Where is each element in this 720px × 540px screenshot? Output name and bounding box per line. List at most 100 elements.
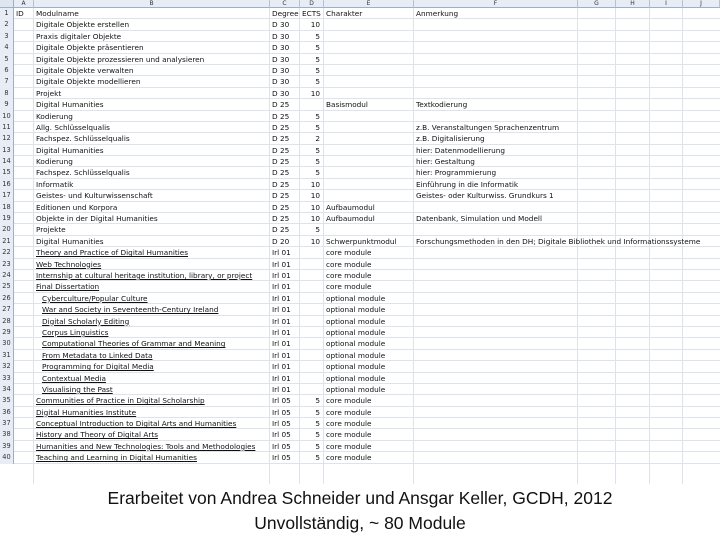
cell-modulname[interactable]: Digital Scholarly Editing [40, 316, 129, 327]
cell-anmerkung[interactable] [414, 54, 416, 65]
cell-modulname[interactable]: Teaching and Learning in Digital Humanit… [34, 452, 197, 463]
cell-charakter[interactable]: optional module [324, 293, 385, 304]
cell-charakter[interactable]: Basismodul [324, 99, 368, 110]
cell-anmerkung[interactable]: hier: Gestaltung [414, 156, 475, 167]
cell-charakter[interactable]: core module [324, 395, 371, 406]
row-number[interactable]: 27 [0, 304, 14, 316]
cell-id[interactable] [14, 361, 16, 372]
cell-modulname[interactable]: Theory and Practice of Digital Humanitie… [34, 247, 188, 258]
cell-charakter[interactable] [324, 54, 326, 65]
cell-degree[interactable]: D 25 [270, 99, 289, 110]
cell-ects[interactable]: ECTS [300, 8, 322, 19]
cell-id[interactable] [14, 395, 16, 406]
row-number[interactable]: 26 [0, 292, 14, 305]
cell-id[interactable] [14, 88, 16, 99]
cell-ects[interactable] [300, 281, 322, 292]
cell-degree[interactable]: Irl 05 [270, 395, 291, 406]
cell-ects[interactable] [300, 259, 322, 270]
cell-id[interactable] [14, 259, 16, 270]
cell-modulname[interactable]: From Metadata to Linked Data [40, 350, 152, 361]
cell-modulname[interactable]: Digitale Objekte präsentieren [34, 42, 144, 53]
cell-id[interactable] [14, 111, 16, 122]
cell-anmerkung[interactable]: Anmerkung [414, 8, 458, 19]
cell-modulname[interactable]: Digital Humanities [34, 236, 104, 247]
cell-degree[interactable]: D 25 [270, 122, 289, 133]
row-number[interactable]: 13 [0, 144, 14, 157]
column-header-h[interactable]: H [616, 0, 650, 8]
cell-anmerkung[interactable] [414, 338, 416, 349]
cell-ects[interactable] [300, 361, 322, 372]
cell-degree[interactable]: D 30 [270, 54, 289, 65]
cell-ects[interactable]: 5 [300, 156, 322, 167]
cell-id[interactable] [14, 441, 16, 452]
cell-anmerkung[interactable] [414, 452, 416, 463]
cell-ects[interactable] [300, 373, 322, 384]
cell-anmerkung[interactable] [414, 316, 416, 327]
row-number[interactable]: 1 [0, 8, 14, 20]
cell-id[interactable] [14, 76, 16, 87]
row-number[interactable]: 35 [0, 395, 14, 407]
cell-charakter[interactable]: optional module [324, 373, 385, 384]
cell-degree[interactable]: D 25 [270, 111, 289, 122]
cell-degree[interactable]: Irl 01 [270, 338, 291, 349]
cell-degree[interactable]: D 25 [270, 145, 289, 156]
cell-anmerkung[interactable]: z.B. Digitalisierung [414, 133, 485, 144]
cell-anmerkung[interactable]: Einführung in die Informatik [414, 179, 518, 190]
cell-ects[interactable] [300, 304, 322, 315]
cell-ects[interactable]: 5 [300, 54, 322, 65]
cell-charakter[interactable]: optional module [324, 327, 385, 338]
cell-modulname[interactable]: Praxis digitaler Objekte [34, 31, 121, 42]
cell-anmerkung[interactable]: Textkodierung [414, 99, 467, 110]
cell-modulname[interactable]: Communities of Practice in Digital Schol… [34, 395, 205, 406]
cell-charakter[interactable]: optional module [324, 361, 385, 372]
cell-degree[interactable]: Irl 01 [270, 293, 291, 304]
cell-charakter[interactable] [324, 76, 326, 87]
cell-degree[interactable]: Degree [270, 8, 299, 19]
cell-ects[interactable]: 5 [300, 65, 322, 76]
cell-degree[interactable]: D 20 [270, 236, 289, 247]
row-number[interactable]: 2 [0, 19, 14, 31]
cell-modulname[interactable]: Kodierung [34, 156, 73, 167]
cell-charakter[interactable] [324, 42, 326, 53]
cell-id[interactable] [14, 293, 16, 304]
cell-ects[interactable]: 5 [300, 407, 322, 418]
row-number[interactable]: 6 [0, 64, 14, 77]
cell-modulname[interactable]: Digitale Objekte prozessieren und analys… [34, 54, 204, 65]
cell-id[interactable] [14, 42, 16, 53]
cell-degree[interactable]: D 25 [270, 213, 289, 224]
cell-ects[interactable] [300, 270, 322, 281]
cell-anmerkung[interactable] [414, 259, 416, 270]
cell-charakter[interactable] [324, 19, 326, 30]
select-all-corner[interactable] [0, 0, 14, 8]
cell-anmerkung[interactable] [414, 19, 416, 30]
cell-charakter[interactable] [324, 122, 326, 133]
cell-modulname[interactable]: Visualising the Past [40, 384, 113, 395]
cell-ects[interactable]: 5 [300, 31, 322, 42]
cell-id[interactable] [14, 213, 16, 224]
cell-modulname[interactable]: War and Society in Seventeenth-Century I… [40, 304, 218, 315]
cell-degree[interactable]: D 30 [270, 65, 289, 76]
cell-id[interactable] [14, 224, 16, 235]
cell-anmerkung[interactable] [414, 361, 416, 372]
cell-degree[interactable]: Irl 01 [270, 316, 291, 327]
row-number[interactable]: 5 [0, 53, 14, 65]
cell-id[interactable] [14, 338, 16, 349]
cell-anmerkung[interactable] [414, 76, 416, 87]
row-number[interactable]: 14 [0, 156, 14, 168]
cell-anmerkung[interactable] [414, 88, 416, 99]
cell-modulname[interactable]: Modulname [34, 8, 79, 19]
cell-degree[interactable]: D 30 [270, 19, 289, 30]
cell-id[interactable] [14, 54, 16, 65]
cell-anmerkung[interactable]: hier: Programmierung [414, 167, 496, 178]
row-number[interactable]: 8 [0, 87, 14, 100]
cell-modulname[interactable]: Allg. Schlüsselqualis [34, 122, 110, 133]
cell-charakter[interactable] [324, 88, 326, 99]
cell-charakter[interactable]: core module [324, 429, 371, 440]
cell-modulname[interactable]: Contextual Media [40, 373, 106, 384]
cell-ects[interactable]: 5 [300, 418, 322, 429]
cell-ects[interactable]: 5 [300, 452, 322, 463]
cell-id[interactable] [14, 407, 16, 418]
cell-ects[interactable]: 5 [300, 145, 322, 156]
cell-modulname[interactable]: Humanities and New Technologies: Tools a… [34, 441, 255, 452]
row-number[interactable]: 21 [0, 235, 14, 248]
